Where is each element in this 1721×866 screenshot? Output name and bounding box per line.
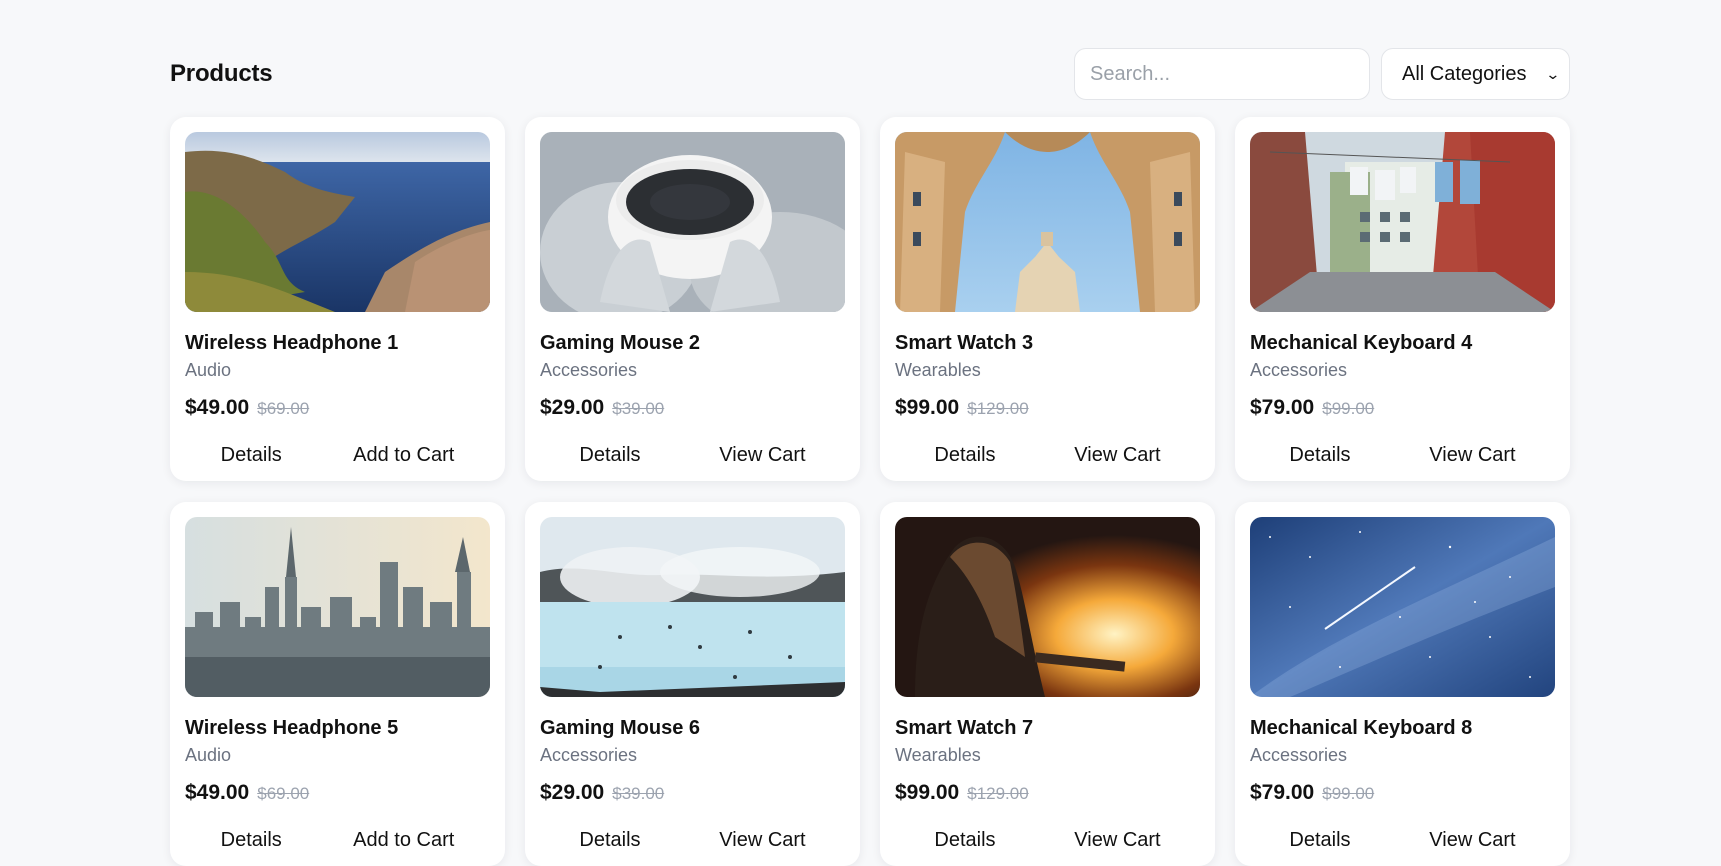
product-image[interactable] <box>540 132 845 312</box>
product-image[interactable] <box>895 517 1200 697</box>
product-old-price: $129.00 <box>967 784 1029 803</box>
product-category: Accessories <box>1250 745 1348 765</box>
product-name[interactable]: Smart Watch 7 <box>895 715 1200 741</box>
product-price: $99.00 <box>895 396 960 419</box>
product-grid: Wireless Headphone 1 Audio $49.00 $69.00… <box>170 117 1570 866</box>
product-card[interactable]: Smart Watch 7 Wearables $99.00 $129.00 D… <box>880 502 1215 866</box>
details-button[interactable]: Details <box>209 823 294 858</box>
product-name[interactable]: Gaming Mouse 6 <box>540 715 845 741</box>
product-card[interactable]: Mechanical Keyboard 4 Accessories $79.00… <box>1235 117 1570 481</box>
details-button[interactable]: Details <box>567 823 652 858</box>
product-actions: Details Add to Cart <box>185 438 490 473</box>
category-select[interactable]: All Categories ⌄ <box>1381 48 1570 100</box>
product-category: Wearables <box>895 360 981 380</box>
product-category: Accessories <box>540 360 638 380</box>
product-name[interactable]: Mechanical Keyboard 4 <box>1250 330 1555 356</box>
chevron-down-icon: ⌄ <box>1545 65 1561 82</box>
product-name[interactable]: Gaming Mouse 2 <box>540 330 845 356</box>
view-cart-button[interactable]: View Cart <box>707 823 817 858</box>
product-old-price: $99.00 <box>1322 784 1375 803</box>
filter-controls: All Categories ⌄ <box>1074 48 1570 100</box>
product-price: $79.00 <box>1250 396 1315 419</box>
product-card[interactable]: Mechanical Keyboard 8 Accessories $79.00… <box>1235 502 1570 866</box>
product-card[interactable]: Wireless Headphone 1 Audio $49.00 $69.00… <box>170 117 505 481</box>
page-title: Products <box>170 60 273 87</box>
product-card[interactable]: Wireless Headphone 5 Audio $49.00 $69.00… <box>170 502 505 866</box>
product-image[interactable] <box>185 132 490 312</box>
product-card[interactable]: Gaming Mouse 2 Accessories $29.00 $39.00… <box>525 117 860 481</box>
details-button[interactable]: Details <box>922 438 1007 473</box>
details-button[interactable]: Details <box>209 438 294 473</box>
product-price: $29.00 <box>540 396 605 419</box>
details-button[interactable]: Details <box>567 438 652 473</box>
product-old-price: $39.00 <box>612 399 665 418</box>
product-card[interactable]: Gaming Mouse 6 Accessories $29.00 $39.00… <box>525 502 860 866</box>
product-name[interactable]: Mechanical Keyboard 8 <box>1250 715 1555 741</box>
product-prices: $49.00 $69.00 <box>185 781 490 809</box>
product-actions: Details View Cart <box>1250 823 1555 858</box>
product-image[interactable] <box>540 517 845 697</box>
product-name[interactable]: Wireless Headphone 1 <box>185 330 490 356</box>
category-select-value: All Categories <box>1402 62 1527 85</box>
search-input[interactable] <box>1074 48 1370 100</box>
product-actions: Details View Cart <box>895 823 1200 858</box>
product-price: $49.00 <box>185 781 250 804</box>
product-old-price: $39.00 <box>612 784 665 803</box>
product-old-price: $69.00 <box>257 399 310 418</box>
product-prices: $99.00 $129.00 <box>895 396 1200 424</box>
product-prices: $29.00 $39.00 <box>540 396 845 424</box>
products-page: Products All Categories ⌄ <box>170 48 1570 866</box>
product-old-price: $69.00 <box>257 784 310 803</box>
details-button[interactable]: Details <box>1277 438 1362 473</box>
product-image[interactable] <box>895 132 1200 312</box>
product-name[interactable]: Smart Watch 3 <box>895 330 1200 356</box>
view-cart-button[interactable]: View Cart <box>1417 438 1527 473</box>
product-prices: $29.00 $39.00 <box>540 781 845 809</box>
product-image[interactable] <box>185 517 490 697</box>
product-prices: $79.00 $99.00 <box>1250 396 1555 424</box>
product-name[interactable]: Wireless Headphone 5 <box>185 715 490 741</box>
add-to-cart-button[interactable]: Add to Cart <box>341 438 466 473</box>
product-category: Wearables <box>895 745 981 765</box>
product-actions: Details Add to Cart <box>185 823 490 858</box>
details-button[interactable]: Details <box>922 823 1007 858</box>
product-old-price: $99.00 <box>1322 399 1375 418</box>
product-actions: Details View Cart <box>540 438 845 473</box>
product-category: Accessories <box>540 745 638 765</box>
product-card[interactable]: Smart Watch 3 Wearables $99.00 $129.00 D… <box>880 117 1215 481</box>
view-cart-button[interactable]: View Cart <box>1062 823 1172 858</box>
product-category: Accessories <box>1250 360 1348 380</box>
product-price: $79.00 <box>1250 781 1315 804</box>
product-prices: $79.00 $99.00 <box>1250 781 1555 809</box>
product-price: $49.00 <box>185 396 250 419</box>
view-cart-button[interactable]: View Cart <box>707 438 817 473</box>
page-header: Products All Categories ⌄ <box>170 48 1570 100</box>
product-category: Audio <box>185 360 232 380</box>
product-image[interactable] <box>1250 132 1555 312</box>
product-price: $29.00 <box>540 781 605 804</box>
product-old-price: $129.00 <box>967 399 1029 418</box>
product-price: $99.00 <box>895 781 960 804</box>
product-category: Audio <box>185 745 232 765</box>
details-button[interactable]: Details <box>1277 823 1362 858</box>
product-image[interactable] <box>1250 517 1555 697</box>
product-actions: Details View Cart <box>1250 438 1555 473</box>
add-to-cart-button[interactable]: Add to Cart <box>341 823 466 858</box>
view-cart-button[interactable]: View Cart <box>1417 823 1527 858</box>
product-actions: Details View Cart <box>895 438 1200 473</box>
view-cart-button[interactable]: View Cart <box>1062 438 1172 473</box>
product-actions: Details View Cart <box>540 823 845 858</box>
product-prices: $99.00 $129.00 <box>895 781 1200 809</box>
product-prices: $49.00 $69.00 <box>185 396 490 424</box>
